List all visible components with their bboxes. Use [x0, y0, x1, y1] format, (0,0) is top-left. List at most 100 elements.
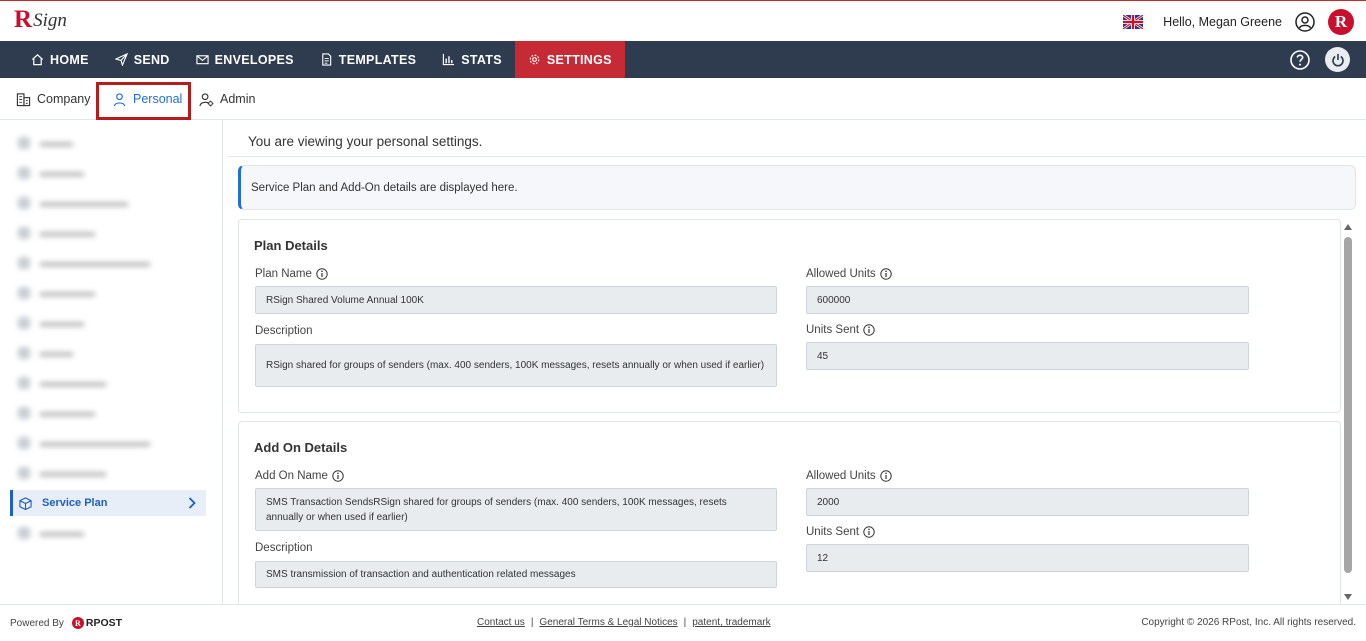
- logo-letter: R: [14, 6, 33, 33]
- sidebar-item-blurred[interactable]: ▬▬▬▬▬: [10, 280, 206, 306]
- nav-templates-label: TEMPLATES: [338, 52, 417, 67]
- info-icon[interactable]: [316, 268, 328, 280]
- sidebar-item-blurred[interactable]: ▬▬▬▬: [10, 160, 206, 186]
- info-banner: Service Plan and Add-On details are disp…: [238, 165, 1356, 210]
- addon-allowed-units-field[interactable]: 2000: [806, 488, 1249, 516]
- nav-settings[interactable]: SETTINGS: [514, 41, 625, 78]
- uk-flag-icon[interactable]: [1123, 15, 1144, 29]
- home-icon: [31, 54, 44, 66]
- plan-details-card: Plan Details Plan Name RSign Shared Volu…: [238, 219, 1341, 413]
- footer: Powered By R RPOST Contact us | General …: [0, 604, 1366, 641]
- plan-units-sent-label: Units Sent: [806, 324, 875, 336]
- logout-button[interactable]: [1325, 47, 1350, 72]
- nav-send-label: SEND: [133, 52, 170, 67]
- envelope-icon: [196, 55, 209, 65]
- addon-units-sent-field[interactable]: 12: [806, 544, 1249, 572]
- box-icon: [19, 496, 32, 510]
- sidebar-item-blurred[interactable]: ▬▬▬▬▬▬: [10, 460, 206, 486]
- powered-by: Powered By R RPOST: [10, 617, 122, 629]
- building-icon: [16, 92, 31, 106]
- addon-name-field[interactable]: SMS Transaction SendsRSign shared for gr…: [255, 488, 777, 531]
- info-icon[interactable]: [879, 470, 892, 482]
- powered-by-label: Powered By: [10, 617, 64, 629]
- info-icon[interactable]: [863, 526, 875, 538]
- info-icon[interactable]: [863, 324, 875, 336]
- addon-allowed-units-label: Allowed Units: [806, 470, 892, 482]
- content-scrollbar[interactable]: [1341, 220, 1356, 604]
- settings-sidebar: ▬▬▬ ▬▬▬▬ ▬▬▬▬▬▬▬▬ ▬▬▬▬▬ ▬▬▬▬▬▬▬▬▬▬ ▬▬▬▬▬…: [0, 120, 223, 604]
- sidebar-item-blurred[interactable]: ▬▬▬▬▬▬▬▬: [10, 190, 206, 216]
- footer-separator: |: [683, 617, 687, 628]
- nav-stats-label: STATS: [461, 52, 502, 67]
- patent-trademark-link[interactable]: patent, trademark: [692, 617, 770, 628]
- power-icon: [1331, 53, 1344, 67]
- help-icon[interactable]: [1289, 49, 1311, 71]
- plan-name-field[interactable]: RSign Shared Volume Annual 100K: [255, 286, 777, 314]
- sidebar-item-blurred[interactable]: ▬▬▬▬: [10, 310, 206, 336]
- info-icon[interactable]: [332, 470, 344, 482]
- sidebar-item-blurred[interactable]: ▬▬▬▬▬▬▬▬▬▬: [10, 430, 206, 456]
- tab-company-label: Company: [37, 92, 91, 106]
- sidebar-item-service-plan[interactable]: Service Plan: [10, 490, 206, 516]
- settings-subtabs: Company Personal Admin: [0, 78, 1366, 120]
- nav-send[interactable]: SEND: [102, 41, 183, 78]
- sidebar-item-blurred[interactable]: ▬▬▬▬▬: [10, 400, 206, 426]
- rpost-logo[interactable]: R RPOST: [71, 617, 123, 629]
- rsign-logo[interactable]: R Sign: [14, 7, 67, 33]
- tab-admin-label: Admin: [220, 92, 256, 106]
- addon-description-field[interactable]: SMS transmission of transaction and auth…: [255, 561, 777, 588]
- sidebar-item-blurred[interactable]: ▬▬▬▬▬: [10, 220, 206, 246]
- nav-settings-label: SETTINGS: [546, 52, 612, 67]
- sidebar-item-blurred[interactable]: ▬▬▬▬: [10, 520, 206, 546]
- logo-text: Sign: [33, 10, 67, 31]
- sidebar-item-blurred[interactable]: ▬▬▬▬▬▬: [10, 370, 206, 396]
- top-bar: R Sign Hello, Megan Greene R: [0, 0, 1366, 41]
- nav-envelopes-label: ENVELOPES: [214, 52, 294, 67]
- user-greeting: Hello, Megan Greene: [1163, 15, 1282, 29]
- admin-user-icon: [199, 92, 214, 106]
- contact-us-link[interactable]: Contact us: [477, 617, 525, 628]
- sidebar-item-label: Service Plan: [42, 497, 108, 509]
- plan-name-label: Plan Name: [255, 268, 328, 280]
- rpost-badge: R: [71, 617, 84, 629]
- addon-name-label: Add On Name: [255, 470, 344, 482]
- scroll-up-arrow-icon[interactable]: [1344, 224, 1352, 230]
- footer-separator: |: [530, 617, 534, 628]
- send-icon: [114, 53, 128, 66]
- footer-links: Contact us | General Terms & Legal Notic…: [477, 617, 771, 628]
- tab-company[interactable]: Company: [16, 78, 91, 120]
- page-title: You are viewing your personal settings.: [248, 134, 483, 149]
- addon-details-card: Add On Details Add On Name SMS Transacti…: [238, 421, 1341, 611]
- nav-envelopes[interactable]: ENVELOPES: [183, 41, 307, 78]
- nav-home-label: HOME: [50, 52, 89, 67]
- plan-units-sent-field[interactable]: 45: [806, 342, 1249, 370]
- chevron-right-icon: [188, 497, 196, 509]
- document-icon: [321, 53, 332, 66]
- user-profile-icon[interactable]: [1294, 11, 1316, 33]
- plan-details-title: Plan Details: [254, 238, 328, 253]
- plan-description-field[interactable]: RSign shared for groups of senders (max.…: [255, 344, 777, 387]
- gear-icon: [529, 54, 540, 65]
- rpost-brand-badge[interactable]: R: [1328, 9, 1354, 35]
- main-content: You are viewing your personal settings. …: [223, 120, 1366, 611]
- copyright-text: Copyright © 2026 RPost, Inc. All rights …: [1141, 617, 1356, 628]
- addon-details-title: Add On Details: [254, 440, 348, 455]
- sidebar-item-blurred[interactable]: ▬▬▬: [10, 340, 206, 366]
- info-icon[interactable]: [879, 268, 892, 280]
- nav-stats[interactable]: STATS: [429, 41, 515, 78]
- main-nav-bar: HOME SEND ENVELOPES TEMPLATES STATS SETT…: [0, 41, 1366, 78]
- sidebar-item-blurred[interactable]: ▬▬▬▬▬▬▬▬▬▬: [10, 250, 206, 276]
- nav-home[interactable]: HOME: [18, 41, 102, 78]
- tab-admin[interactable]: Admin: [199, 78, 255, 120]
- scroll-thumb[interactable]: [1344, 237, 1352, 573]
- plan-description-label: Description: [255, 325, 313, 337]
- addon-description-label: Description: [255, 542, 313, 554]
- scroll-down-arrow-icon[interactable]: [1344, 594, 1352, 600]
- bar-chart-icon: [443, 53, 455, 66]
- addon-units-sent-label: Units Sent: [806, 526, 875, 538]
- sidebar-item-blurred[interactable]: ▬▬▬: [10, 130, 206, 156]
- rpost-text: RPOST: [85, 617, 123, 629]
- terms-link[interactable]: General Terms & Legal Notices: [539, 617, 677, 628]
- nav-templates[interactable]: TEMPLATES: [307, 41, 429, 78]
- plan-allowed-units-field[interactable]: 600000: [806, 286, 1249, 314]
